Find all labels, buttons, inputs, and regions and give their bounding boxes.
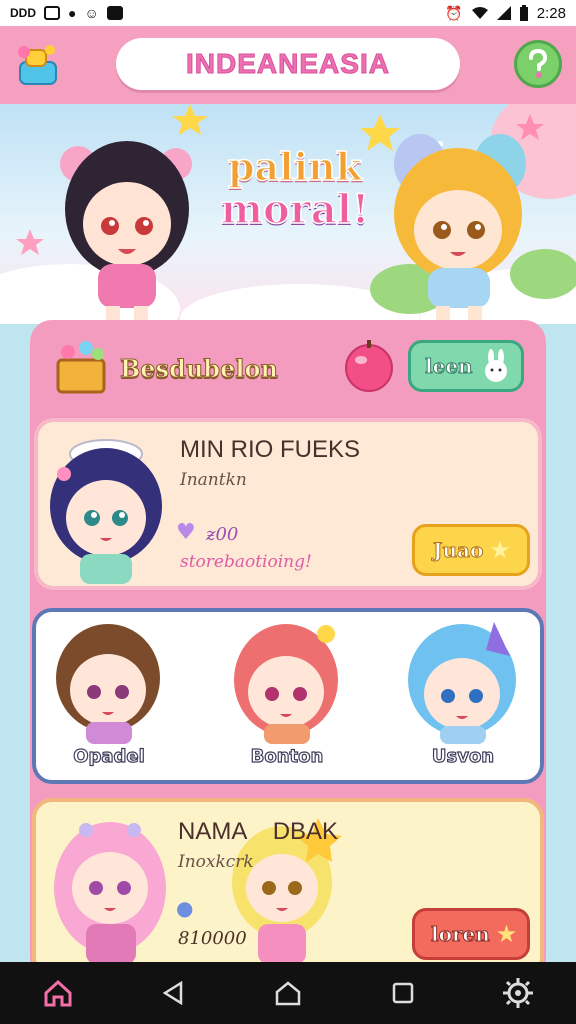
character-name-usvon: Usvon [431,745,495,767]
apple-button[interactable] [342,338,396,392]
character-avatar-opadel[interactable] [44,616,174,746]
character-card-1[interactable]: MIN RIO FUEKS Inantkn ♥ ƶ00 storebaotioi… [34,418,542,590]
settings-icon [503,978,534,1008]
bottom-nav-bar [0,962,576,1024]
recent-apps-icon [392,982,414,1004]
status-right: ⏰ 2:28 [445,5,566,22]
title-pill: INDEANEASIA [116,38,460,90]
card3-character-avatar-1 [54,822,166,964]
character-name-opadel: Opadel [73,745,146,767]
characters-card: Opadel Bonton Usvon [32,608,544,784]
juao-button-label: Juao [432,538,484,563]
bunny-icon [484,349,507,382]
nav-back[interactable] [149,969,197,1017]
loren-button[interactable]: loren ★ [412,908,530,960]
banner-character-left [60,141,192,322]
heart-icon: ♥ [176,520,196,545]
character-avatar-usvon[interactable] [398,616,528,746]
treasure-box-icon [56,341,106,394]
banner-title: palink moral! [210,144,380,233]
character-card-3[interactable]: NAMA DBAK Inoxkcrk ● 810000 loren ★ [32,798,544,978]
help-button[interactable] [514,40,562,88]
character-avatar-bonton[interactable] [222,616,352,746]
banner-character-right [394,134,526,322]
card3-count: 810000 [178,928,247,949]
question-icon [529,49,548,78]
wifi-icon [471,7,488,19]
juao-button[interactable]: Juao ★ [412,524,530,576]
home-icon [44,979,72,1007]
battery-icon [519,5,528,21]
card1-count: ƶ00 [206,524,239,545]
back-icon [162,981,183,1005]
nav-settings[interactable] [494,969,542,1017]
signal-icon [496,6,511,20]
character-name-bonton: Bonton [250,745,324,767]
nav-recent-apps[interactable] [379,969,427,1017]
gem-icon: ● [176,896,194,920]
status-bar: DDD ● ☺ ⏰ 2:28 [0,0,576,26]
card1-subtitle: Inantkn [180,470,247,490]
gift-menu-button[interactable] [14,40,62,88]
loren-button-label: loren [431,922,491,947]
nav-home-system[interactable] [264,969,312,1017]
card1-tag: storebaotioing! [180,552,312,572]
status-left: DDD ● ☺ [10,6,123,20]
nav-home[interactable] [34,969,82,1017]
banner-title-line2: moral! [220,186,370,233]
card3-subtitle: Inoxkcrk [178,852,254,872]
leen-button[interactable]: leen [408,340,524,392]
gift-icon [18,45,57,85]
circle-icon: ● [68,5,77,21]
home-circle-icon [275,981,301,1006]
panel-header-label: Besdubelon [120,354,279,384]
app-icon-1: DDD [10,6,36,20]
card1-character-avatar [50,439,162,584]
panel-header: Besdubelon leen [52,334,532,404]
star-icon: ★ [495,920,518,948]
apple-icon [345,340,393,392]
page-title: INDEANEASIA [186,48,390,80]
card1-title: MIN RIO FUEKS [180,436,361,463]
banner-title-line1: palink [227,144,363,189]
status-time: 2:28 [536,4,566,22]
box-icon [106,6,123,20]
card3-title: NAMA DBAK [178,818,339,845]
alarm-face-icon: ☺ [84,5,99,21]
alarm-icon: ⏰ [445,5,463,21]
leen-button-label: leen [425,354,474,379]
star-icon: ★ [489,536,511,564]
photo-icon [44,6,60,20]
